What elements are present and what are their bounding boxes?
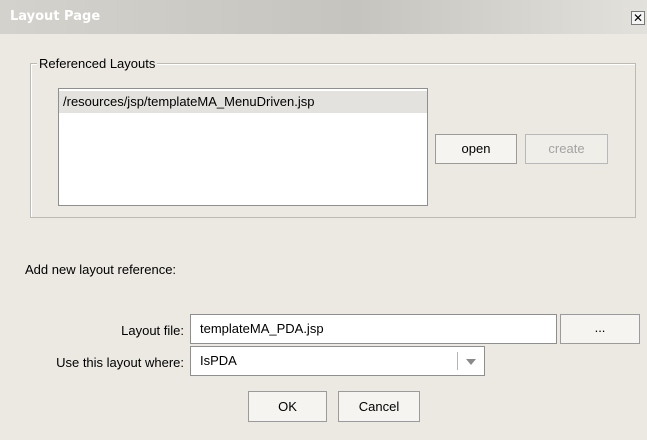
use-where-value: IsPDA [200, 353, 237, 368]
layout-file-label: Layout file: [121, 323, 184, 338]
layout-page-dialog: Layout Page ✕ Referenced Layouts /resour… [0, 0, 647, 440]
ok-button[interactable]: OK [248, 391, 327, 422]
title-bar[interactable]: Layout Page ✕ [0, 0, 647, 34]
layout-file-field[interactable]: templateMA_PDA.jsp [190, 314, 557, 344]
select-divider [457, 352, 458, 370]
list-item[interactable]: /resources/jsp/templateMA_MenuDriven.jsp [59, 91, 427, 113]
referenced-layouts-legend: Referenced Layouts [37, 56, 158, 71]
use-where-select[interactable]: IsPDA [190, 346, 485, 376]
create-button[interactable]: create [525, 134, 608, 164]
close-icon[interactable]: ✕ [631, 11, 645, 25]
open-button[interactable]: open [435, 134, 517, 164]
cancel-button[interactable]: Cancel [338, 391, 420, 422]
browse-button[interactable]: ... [560, 314, 640, 344]
use-where-label: Use this layout where: [56, 355, 184, 370]
add-reference-heading: Add new layout reference: [25, 262, 177, 277]
chevron-down-icon[interactable] [466, 359, 476, 365]
referenced-layouts-list[interactable]: /resources/jsp/templateMA_MenuDriven.jsp [58, 88, 428, 206]
window-title: Layout Page [10, 9, 101, 24]
